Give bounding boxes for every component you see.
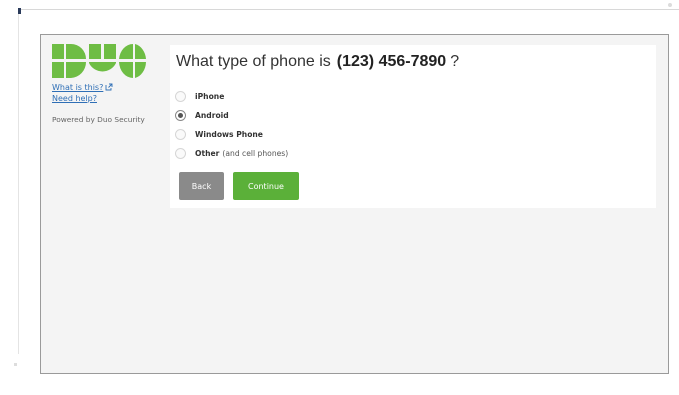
option-other-text: Other xyxy=(195,149,220,158)
option-iphone-label: iPhone xyxy=(195,92,225,101)
continue-button[interactable]: Continue xyxy=(233,172,299,200)
option-other-note: (and cell phones) xyxy=(222,149,289,158)
duo-sidebar: What is this? Need help? Powered by Duo … xyxy=(52,44,162,125)
radio-windows-phone[interactable] xyxy=(175,129,186,140)
what-is-this-link[interactable]: What is this? xyxy=(52,82,162,93)
option-other[interactable]: Other (and cell phones) xyxy=(175,144,288,163)
back-button[interactable]: Back xyxy=(179,172,224,200)
option-other-label: Other (and cell phones) xyxy=(195,149,288,158)
window-left-border xyxy=(18,14,19,354)
powered-by-text: Powered by Duo Security xyxy=(52,115,145,124)
window-corner-dot xyxy=(668,3,672,7)
phone-number: (123) 456-7890 xyxy=(336,53,447,70)
radio-android[interactable] xyxy=(175,110,186,121)
radio-other[interactable] xyxy=(175,148,186,159)
option-iphone[interactable]: iPhone xyxy=(175,87,288,106)
question-prefix: What type of phone is xyxy=(176,53,331,70)
window-top-border xyxy=(18,9,679,10)
phone-type-panel: What type of phone is (123) 456-7890? iPh… xyxy=(170,45,656,208)
need-help-link[interactable]: Need help? xyxy=(52,93,162,104)
question-suffix: ? xyxy=(450,53,460,70)
external-link-icon xyxy=(105,83,113,91)
what-is-this-label: What is this? xyxy=(52,83,104,92)
phone-type-options: iPhone Android Windows Phone Other (and c… xyxy=(175,87,288,163)
option-windows-phone-label: Windows Phone xyxy=(195,130,263,139)
radio-iphone[interactable] xyxy=(175,91,186,102)
option-android[interactable]: Android xyxy=(175,106,288,125)
window-edge-mark xyxy=(14,363,17,366)
duo-logo xyxy=(52,44,146,78)
option-windows-phone[interactable]: Windows Phone xyxy=(175,125,288,144)
option-android-label: Android xyxy=(195,111,229,120)
page-title: What type of phone is (123) 456-7890? xyxy=(176,53,459,71)
